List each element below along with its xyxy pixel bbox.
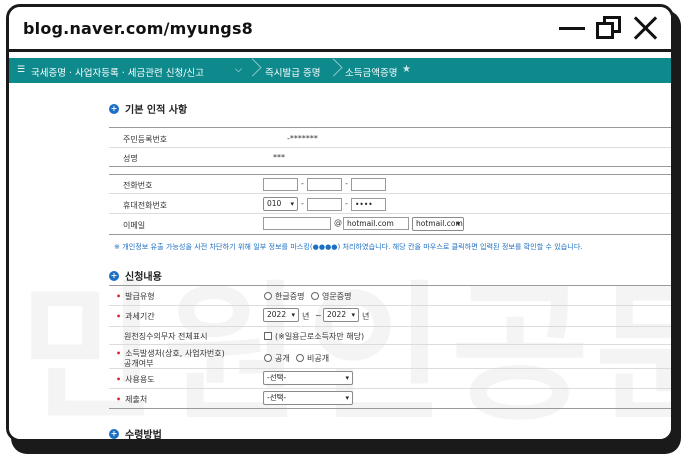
- main-content: 민원인공문 + 기본 인적 사항 주민등록번호 -******* 성명 *** …: [9, 83, 671, 441]
- email-domain-select[interactable]: hotmail.com ▾: [412, 217, 464, 231]
- withholding-checkbox[interactable]: [264, 332, 272, 340]
- chevron-down-icon[interactable]: ⌵: [235, 65, 242, 75]
- issue-type-label: 발급유형: [116, 291, 154, 302]
- star-icon[interactable]: ★: [402, 64, 411, 75]
- submit-to-select[interactable]: -선택- ▾: [263, 391, 353, 405]
- nav-bar: ☰ 국세증명 · 사업자등록 · 세금관련 신청/신고 ⌵ 즉시발급 증명 소득…: [9, 58, 671, 83]
- chevron-down-icon: ▾: [345, 394, 349, 402]
- usage-select-value: -선택-: [267, 373, 287, 382]
- maximize-icon[interactable]: [595, 15, 625, 41]
- name-value: ***: [273, 153, 285, 162]
- divider: [109, 388, 671, 389]
- divider: [109, 408, 671, 409]
- year-to-unit: 년: [362, 312, 370, 321]
- breadcrumb-separator: [245, 58, 259, 83]
- mobile-label: 휴대전화번호: [123, 201, 168, 210]
- email-domain-field[interactable]: hotmail.com: [343, 217, 409, 230]
- divider: [109, 234, 671, 235]
- divider: [109, 285, 671, 286]
- phone-field-3[interactable]: [351, 178, 386, 191]
- divider: [109, 127, 671, 128]
- section-receive-title: 수령방법: [125, 430, 162, 441]
- phone-field-1[interactable]: [263, 178, 298, 191]
- usage-select[interactable]: -선택- ▾: [263, 371, 353, 385]
- phone-separator: -: [301, 179, 304, 188]
- mobile-prefix-select[interactable]: 010 ▾: [263, 197, 298, 211]
- chevron-down-icon: ▾: [456, 220, 460, 228]
- browser-window: blog.naver.com/myungs8 ☰ 국세증명 · 사업자등록 · …: [6, 4, 674, 442]
- privacy-notice: ※ 개인정보 유출 가능성을 사전 차단하기 위해 일부 정보를 마스킹(●●●…: [114, 242, 583, 251]
- mobile-separator: -: [301, 199, 304, 208]
- close-icon[interactable]: [631, 15, 661, 41]
- mobile-field-2[interactable]: [307, 198, 342, 211]
- mobile-prefix-value: 010: [267, 199, 282, 208]
- rrn-value: -*******: [287, 134, 318, 143]
- disclose-public-radio[interactable]: [264, 354, 272, 362]
- usage-label: 사용용도: [116, 374, 154, 385]
- section-receive-method: + 수령방법: [109, 426, 162, 441]
- issue-type-korean-radio[interactable]: [264, 292, 272, 300]
- chevron-down-icon: ▾: [345, 374, 349, 382]
- phone-field-2[interactable]: [307, 178, 342, 191]
- section-application-title: 신청내용: [125, 272, 162, 283]
- year-to-value: 2022: [327, 310, 347, 319]
- withholding-note: (※일용근로소득자만 해당): [275, 332, 365, 341]
- divider: [109, 305, 671, 306]
- divider: [109, 193, 671, 194]
- withholding-label: 원천징수의무자 전체표시: [124, 332, 208, 341]
- chevron-down-icon: ▾: [291, 311, 295, 319]
- breadcrumb-income-cert[interactable]: 소득금액증명: [345, 65, 397, 79]
- issue-type-english-radio[interactable]: [311, 292, 319, 300]
- plus-circle-icon: +: [109, 428, 119, 439]
- divider: [109, 326, 671, 327]
- hamburger-icon[interactable]: ☰: [17, 65, 25, 75]
- chevron-down-icon: ▾: [290, 200, 294, 208]
- minimize-icon[interactable]: [557, 15, 587, 41]
- submit-to-label: 제출처: [116, 394, 147, 405]
- breadcrumb-instant-issue[interactable]: 즉시발급 증명: [265, 65, 320, 79]
- divider: [109, 344, 671, 345]
- disclose-public-label[interactable]: 공개: [275, 353, 290, 364]
- issue-type-korean-label[interactable]: 한글증명: [275, 291, 304, 302]
- year-to-select[interactable]: 2022 ▾: [323, 308, 359, 322]
- divider: [109, 147, 671, 148]
- phone-label: 전화번호: [123, 181, 153, 190]
- chevron-down-icon: ▾: [351, 311, 355, 319]
- tax-period-label: 과세기간: [116, 311, 154, 322]
- rrn-label: 주민등록번호: [123, 135, 168, 144]
- plus-circle-icon: +: [109, 103, 119, 114]
- email-at: @: [334, 218, 342, 227]
- section-basic-title: 기본 인적 사항: [125, 105, 188, 116]
- disclose-private-label[interactable]: 비공개: [307, 353, 329, 364]
- year-from-select[interactable]: 2022 ▾: [263, 308, 299, 322]
- disclose-private-radio[interactable]: [296, 354, 304, 362]
- url-text: blog.naver.com/myungs8: [23, 19, 254, 38]
- divider: [109, 368, 671, 369]
- issue-type-english-label[interactable]: 영문증명: [322, 291, 351, 302]
- email-id-field[interactable]: [263, 217, 331, 230]
- breadcrumb-separator: [326, 58, 340, 83]
- mobile-field-3[interactable]: ••••: [351, 198, 386, 211]
- divider: [109, 174, 671, 175]
- nav-category[interactable]: 국세증명 · 사업자등록 · 세금관련 신청/신고: [31, 65, 204, 79]
- period-tilde: ~: [315, 311, 322, 320]
- phone-separator: -: [345, 179, 348, 188]
- year-from-value: 2022: [267, 310, 287, 319]
- section-application: + 신청내용: [109, 268, 162, 283]
- submit-to-select-value: -선택-: [267, 393, 287, 402]
- email-label: 이메일: [123, 221, 146, 230]
- divider: [109, 166, 671, 167]
- section-basic-info: + 기본 인적 사항: [109, 101, 187, 116]
- year-from-unit: 년: [302, 312, 310, 321]
- title-bar: blog.naver.com/myungs8: [9, 7, 671, 52]
- name-label: 성명: [123, 154, 138, 163]
- mobile-separator: -: [345, 199, 348, 208]
- divider: [109, 213, 671, 214]
- plus-circle-icon: +: [109, 270, 119, 281]
